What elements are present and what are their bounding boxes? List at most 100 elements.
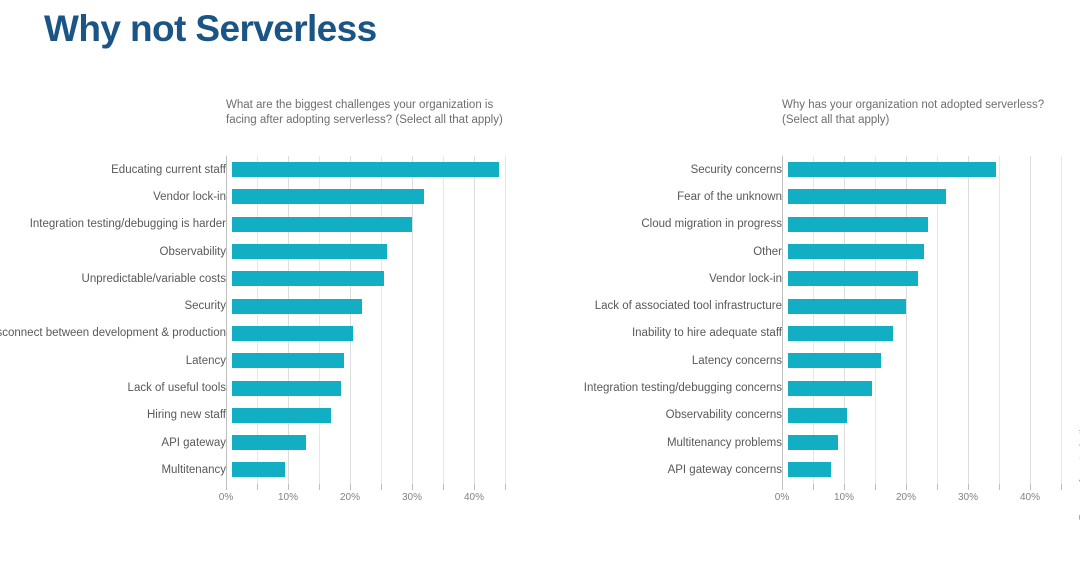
bar: [232, 216, 412, 232]
x-axis-tick-label: 40%: [463, 491, 485, 503]
bar-row: Security: [0, 292, 530, 319]
bar-category-label: Unpredictable/variable costs: [81, 272, 226, 285]
bar-track: [232, 265, 530, 292]
x-axis-tick: [412, 483, 413, 490]
bar-row: Cloud migration in progress: [540, 211, 1075, 238]
bar-track: [788, 429, 1075, 456]
bar-track: [788, 211, 1075, 238]
x-axis-tick: [257, 483, 258, 490]
x-axis-tick: [999, 483, 1000, 490]
bar: [232, 325, 353, 341]
x-axis-tick: [288, 483, 289, 490]
bar-row: Lack of associated tool infrastructure: [540, 292, 1075, 319]
bar: [232, 353, 344, 369]
bar: [788, 271, 919, 287]
bar-category-label: Integration testing/debugging concerns: [583, 382, 782, 395]
bar-row: Observability: [0, 238, 530, 265]
bar: [232, 162, 499, 178]
x-axis-challenges: 0% 10% 20% 30% 40%: [219, 483, 517, 506]
bar-row: Unpredictable/variable costs: [0, 265, 530, 292]
bar-category-label: Vendor lock-in: [709, 272, 782, 285]
bar-track: [788, 238, 1075, 265]
bar-category-label: Hiring new staff: [146, 409, 226, 422]
x-axis-tick: [350, 483, 351, 490]
bar-row: API gateway: [0, 429, 530, 456]
bar-category-label: Latency concerns: [691, 354, 782, 367]
bar-track: [232, 292, 530, 319]
bar-track: [788, 156, 1075, 183]
bar: [788, 325, 894, 341]
x-axis-tick: [813, 483, 814, 490]
bar-rows-reasons: Security concerns Fear of the unknown Clou…: [540, 156, 1075, 484]
bar-row: Latency concerns: [540, 347, 1075, 374]
bar-track: [232, 320, 530, 347]
x-axis-tick: [505, 483, 506, 490]
bar-row: Other: [540, 238, 1075, 265]
bar-row: Security concerns: [540, 156, 1075, 183]
bar-row: Vendor lock-in: [540, 265, 1075, 292]
bar-track: [788, 183, 1075, 210]
bar: [788, 407, 847, 423]
x-axis-tick: [443, 483, 444, 490]
bar-row: API gateway concerns: [540, 456, 1075, 483]
bar-category-label: Cloud migration in progress: [641, 218, 782, 231]
bar-category-label: Vendor lock-in: [153, 190, 226, 203]
bar-track: [788, 402, 1075, 429]
bar-rows-challenges: Educating current staff Vendor lock-in Int…: [0, 156, 530, 484]
page-title: Why not Serverless: [44, 8, 377, 49]
plot-area-challenges: Educating current staff Vendor lock-in Int…: [0, 156, 530, 503]
bar-category-label: Multitenancy problems: [666, 436, 782, 449]
bar-category-label: Multitenancy: [161, 463, 226, 476]
bar-track: [788, 265, 1075, 292]
x-axis-tick: [381, 483, 382, 490]
bar-category-label: Educating current staff: [111, 163, 226, 176]
bar: [788, 353, 881, 369]
x-axis-tick-label: 40%: [1019, 491, 1041, 503]
bar-category-label: Other: [753, 245, 782, 258]
bar-row: Disconnect between development & product…: [0, 320, 530, 347]
bar: [788, 162, 996, 178]
bar-track: [788, 320, 1075, 347]
x-axis-tick-label: 30%: [957, 491, 979, 503]
bar-row: Inability to hire adequate staff: [540, 320, 1075, 347]
bar-track: [232, 238, 530, 265]
chart-title-reasons: Why has your organization not adopted se…: [782, 99, 1045, 126]
plot-area-reasons: Security concerns Fear of the unknown Clou…: [540, 156, 1075, 503]
bar-row: Integration testing/debugging is harder: [0, 211, 530, 238]
bar-track: [788, 374, 1075, 401]
bar: [788, 435, 838, 451]
bar-category-label: Security: [184, 300, 226, 313]
x-axis-tick: [906, 483, 907, 490]
bar-row: Vendor lock-in: [0, 183, 530, 210]
bar: [232, 189, 425, 205]
bar-row: Educating current staff: [0, 156, 530, 183]
bar: [232, 271, 384, 287]
x-axis-tick: [875, 483, 876, 490]
x-axis-tick: [226, 483, 227, 490]
bar: [788, 462, 832, 478]
bar-category-label: Observability concerns: [665, 409, 782, 422]
bar: [788, 298, 906, 314]
bar: [788, 189, 947, 205]
bar-track: [788, 456, 1075, 483]
bar-category-label: Observability: [159, 245, 226, 258]
bar: [788, 380, 872, 396]
bar-track: [232, 156, 530, 183]
x-axis-reasons: 0% 10% 20% 30% 40%: [775, 483, 1073, 506]
x-axis-tick: [319, 483, 320, 490]
bar: [232, 380, 341, 396]
bar: [788, 244, 925, 260]
x-axis-tick-label: 0%: [774, 491, 790, 503]
bar-category-label: API gateway concerns: [667, 463, 782, 476]
bar: [232, 244, 387, 260]
bar-category-label: Latency: [185, 354, 226, 367]
bar-category-label: Inability to hire adequate staff: [631, 327, 782, 340]
x-axis-tick: [968, 483, 969, 490]
bar-track: [232, 211, 530, 238]
bar: [232, 298, 363, 314]
bar-track: [788, 292, 1075, 319]
bar-row: Lack of useful tools: [0, 374, 530, 401]
bar-track: [232, 429, 530, 456]
bar-row: Fear of the unknown: [540, 183, 1075, 210]
x-axis-tick: [1061, 483, 1062, 490]
